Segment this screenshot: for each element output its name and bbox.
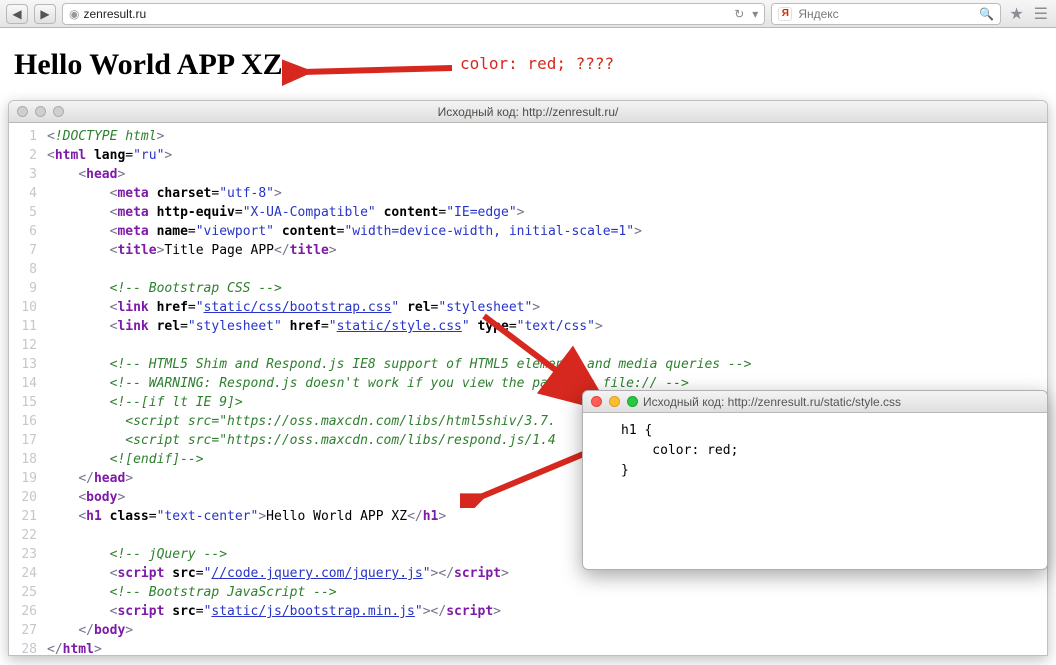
code-line[interactable]: 9 <!-- Bootstrap CSS -->: [9, 279, 1047, 298]
code-content[interactable]: <title>Title Page APP</title>: [47, 241, 1047, 260]
line-number: 24: [9, 564, 47, 583]
star-icon[interactable]: ★: [1007, 4, 1025, 24]
line-number: 26: [9, 602, 47, 621]
code-content[interactable]: <!-- Bootstrap CSS -->: [47, 279, 1047, 298]
line-number: 17: [9, 431, 47, 450]
css-popup-title: Исходный код: http://zenresult.ru/static…: [643, 395, 1039, 409]
code-line[interactable]: 8: [9, 260, 1047, 279]
reload-icon[interactable]: ↻: [734, 7, 744, 21]
url-field[interactable]: ◉ zenresult.ru ↻ ▾: [62, 3, 765, 25]
source-window: Исходный код: http://zenresult.ru/ 1<!DO…: [8, 100, 1048, 656]
traffic-lights: [17, 106, 64, 117]
popup-traffic-lights: [591, 396, 638, 407]
line-number: 12: [9, 336, 47, 355]
line-number: 10: [9, 298, 47, 317]
code-line[interactable]: 6 <meta name="viewport" content="width=d…: [9, 222, 1047, 241]
popup-min-icon[interactable]: [609, 396, 620, 407]
search-placeholder: Яндекс: [798, 7, 838, 21]
code-line[interactable]: 3 <head>: [9, 165, 1047, 184]
browser-toolbar: ◀ ▶ ◉ zenresult.ru ↻ ▾ Я Яндекс 🔍 ★ ☰: [0, 0, 1056, 28]
search-magnifier-icon[interactable]: 🔍: [979, 7, 994, 21]
line-number: 4: [9, 184, 47, 203]
line-number: 20: [9, 488, 47, 507]
code-line[interactable]: 26 <script src="static/js/bootstrap.min.…: [9, 602, 1047, 621]
code-content[interactable]: <html lang="ru">: [47, 146, 1047, 165]
code-content[interactable]: <!-- Bootstrap JavaScript -->: [47, 583, 1047, 602]
popup-max-icon[interactable]: [627, 396, 638, 407]
code-line[interactable]: 10 <link href="static/css/bootstrap.css"…: [9, 298, 1047, 317]
max-traffic-icon[interactable]: [53, 106, 64, 117]
code-line[interactable]: 4 <meta charset="utf-8">: [9, 184, 1047, 203]
globe-icon: ◉: [69, 7, 79, 21]
source-window-title: Исходный код: http://zenresult.ru/: [9, 105, 1047, 119]
menu-icon[interactable]: ☰: [1032, 4, 1050, 24]
line-number: 2: [9, 146, 47, 165]
css-popup-titlebar[interactable]: Исходный код: http://zenresult.ru/static…: [583, 391, 1047, 413]
code-content[interactable]: <meta charset="utf-8">: [47, 184, 1047, 203]
line-number: 1: [9, 127, 47, 146]
nav-forward-button[interactable]: ▶: [34, 4, 56, 24]
code-content[interactable]: </body>: [47, 621, 1047, 640]
line-number: 25: [9, 583, 47, 602]
line-number: 18: [9, 450, 47, 469]
code-line[interactable]: 25 <!-- Bootstrap JavaScript -->: [9, 583, 1047, 602]
code-line[interactable]: 2<html lang="ru">: [9, 146, 1047, 165]
line-number: 8: [9, 260, 47, 279]
url-text: zenresult.ru: [83, 7, 146, 21]
line-number: 13: [9, 355, 47, 374]
code-content[interactable]: <link href="static/css/bootstrap.css" re…: [47, 298, 1047, 317]
line-number: 9: [9, 279, 47, 298]
code-content[interactable]: <link rel="stylesheet" href="static/styl…: [47, 317, 1047, 336]
code-line[interactable]: 7 <title>Title Page APP</title>: [9, 241, 1047, 260]
code-line[interactable]: 11 <link rel="stylesheet" href="static/s…: [9, 317, 1047, 336]
code-content[interactable]: [47, 336, 1047, 355]
line-number: 15: [9, 393, 47, 412]
code-line[interactable]: 1<!DOCTYPE html>: [9, 127, 1047, 146]
code-line[interactable]: 5 <meta http-equiv="X-UA-Compatible" con…: [9, 203, 1047, 222]
code-content[interactable]: <head>: [47, 165, 1047, 184]
line-number: 7: [9, 241, 47, 260]
line-number: 6: [9, 222, 47, 241]
code-content[interactable]: </html>: [47, 640, 1047, 656]
code-line[interactable]: 12: [9, 336, 1047, 355]
min-traffic-icon[interactable]: [35, 106, 46, 117]
code-content[interactable]: <script src="static/js/bootstrap.min.js"…: [47, 602, 1047, 621]
css-popup-window: Исходный код: http://zenresult.ru/static…: [582, 390, 1048, 570]
annotation-text: color: red; ????: [460, 54, 614, 73]
nav-back-button[interactable]: ◀: [6, 4, 28, 24]
code-line[interactable]: 27 </body>: [9, 621, 1047, 640]
search-field[interactable]: Я Яндекс 🔍: [771, 3, 1001, 25]
popup-close-icon[interactable]: [591, 396, 602, 407]
line-number: 28: [9, 640, 47, 656]
line-number: 27: [9, 621, 47, 640]
css-popup-body[interactable]: h1 { color: red; }: [583, 413, 1047, 481]
line-number: 22: [9, 526, 47, 545]
line-number: 14: [9, 374, 47, 393]
code-content[interactable]: <!-- HTML5 Shim and Respond.js IE8 suppo…: [47, 355, 1047, 374]
line-number: 5: [9, 203, 47, 222]
source-titlebar[interactable]: Исходный код: http://zenresult.ru/: [9, 101, 1047, 123]
code-line[interactable]: 28</html>: [9, 640, 1047, 656]
code-content[interactable]: <meta http-equiv="X-UA-Compatible" conte…: [47, 203, 1047, 222]
line-number: 3: [9, 165, 47, 184]
line-number: 11: [9, 317, 47, 336]
code-content[interactable]: <meta name="viewport" content="width=dev…: [47, 222, 1047, 241]
line-number: 21: [9, 507, 47, 526]
code-content[interactable]: [47, 260, 1047, 279]
line-number: 23: [9, 545, 47, 564]
line-number: 16: [9, 412, 47, 431]
code-content[interactable]: <!DOCTYPE html>: [47, 127, 1047, 146]
code-line[interactable]: 13 <!-- HTML5 Shim and Respond.js IE8 su…: [9, 355, 1047, 374]
close-traffic-icon[interactable]: [17, 106, 28, 117]
line-number: 19: [9, 469, 47, 488]
yandex-icon: Я: [778, 7, 792, 21]
reader-icon[interactable]: ▾: [752, 7, 758, 21]
